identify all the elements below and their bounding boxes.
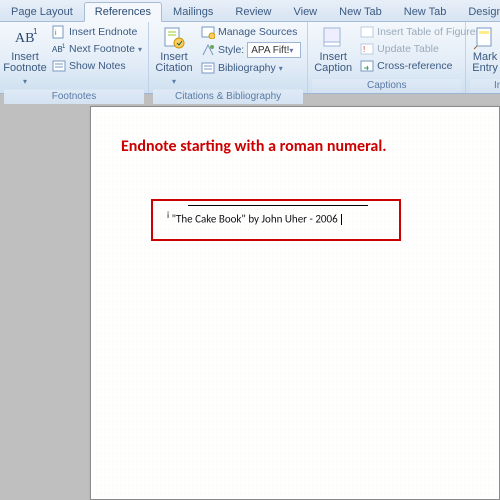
next-footnote-button[interactable]: AB1 Next Footnote (50, 41, 144, 57)
svg-text:1: 1 (33, 27, 37, 36)
cross-ref-icon (360, 59, 374, 73)
cross-reference-button[interactable]: Cross-reference (358, 58, 483, 74)
insert-footnote-label: Insert Footnote (3, 52, 46, 74)
show-notes-icon (52, 59, 66, 73)
tab-design[interactable]: Design (457, 2, 500, 21)
mark-entry-button[interactable]: Mark Entry (470, 24, 500, 76)
group-citations-label: Citations & Bibliography (153, 89, 303, 104)
group-captions: Insert Caption Insert Table of Figures !… (308, 22, 466, 93)
next-footnote-label: Next Footnote (69, 43, 135, 55)
group-citations: Insert Citation Manage Sources Style: AP… (149, 22, 308, 93)
insert-citation-label: Insert Citation (155, 52, 192, 74)
ribbon-tabs: Page Layout References Mailings Review V… (0, 0, 500, 22)
next-footnote-icon: AB1 (52, 42, 66, 56)
tab-page-layout[interactable]: Page Layout (0, 2, 84, 21)
show-notes-label: Show Notes (69, 60, 126, 72)
svg-text:AB: AB (15, 31, 34, 46)
endnote-text: "The Cake Book" by John Uher - 2006 (169, 213, 338, 226)
bibliography-icon (201, 61, 215, 75)
style-value[interactable]: APA Fift! (247, 42, 301, 58)
style-icon (201, 43, 215, 57)
table-figures-icon (360, 25, 374, 39)
group-footnotes: AB 1 Insert Footnote i Insert Endnote AB… (0, 22, 149, 93)
manage-sources-icon (201, 25, 215, 39)
ribbon: AB 1 Insert Footnote i Insert Endnote AB… (0, 22, 500, 94)
group-index: Mark Entry + Insert I ! Updat Index (466, 22, 500, 93)
update-table-button[interactable]: ! Update Table (358, 41, 483, 57)
tab-new-1[interactable]: New Tab (328, 2, 393, 21)
mark-entry-icon (473, 26, 497, 50)
insert-endnote-label: Insert Endnote (69, 26, 137, 38)
svg-text:!: ! (363, 45, 365, 54)
group-index-label: Index (470, 78, 500, 93)
endnote-separator (188, 205, 368, 206)
tab-references[interactable]: References (84, 2, 162, 22)
update-table-label: Update Table (377, 43, 439, 55)
annotation-callout: i "The Cake Book" by John Uher - 2006 (151, 199, 401, 241)
bibliography-label: Bibliography (218, 62, 276, 74)
tab-new-2[interactable]: New Tab (393, 2, 458, 21)
style-label: Style: (218, 44, 244, 56)
annotation-text: Endnote starting with a roman numeral. (121, 137, 469, 157)
insert-endnote-button[interactable]: i Insert Endnote (50, 24, 144, 40)
mark-entry-label: Mark Entry (472, 52, 498, 74)
insert-citation-button[interactable]: Insert Citation (153, 24, 195, 89)
insert-footnote-button[interactable]: AB 1 Insert Footnote (4, 24, 46, 89)
insert-table-figures-button[interactable]: Insert Table of Figures (358, 24, 483, 40)
tab-view[interactable]: View (282, 2, 328, 21)
svg-text:1: 1 (62, 44, 66, 50)
update-table-icon: ! (360, 42, 374, 56)
show-notes-button[interactable]: Show Notes (50, 58, 144, 74)
manage-sources-label: Manage Sources (218, 26, 297, 38)
citation-icon (162, 26, 186, 50)
cross-reference-label: Cross-reference (377, 60, 452, 72)
tab-mailings[interactable]: Mailings (162, 2, 224, 21)
caption-icon (321, 26, 345, 50)
footnote-icon: AB 1 (13, 26, 37, 50)
insert-caption-button[interactable]: Insert Caption (312, 24, 354, 76)
group-footnotes-label: Footnotes (4, 89, 144, 104)
workspace: Endnote starting with a roman numeral. i… (0, 94, 500, 500)
endnote-icon: i (52, 25, 66, 39)
insert-caption-label: Insert Caption (314, 52, 352, 74)
document-page[interactable]: Endnote starting with a roman numeral. i… (90, 106, 500, 500)
endnote-line[interactable]: i "The Cake Book" by John Uher - 2006 (167, 210, 389, 226)
style-selector[interactable]: Style: APA Fift! (199, 41, 303, 59)
bibliography-button[interactable]: Bibliography (199, 60, 303, 76)
group-captions-label: Captions (312, 78, 461, 93)
manage-sources-button[interactable]: Manage Sources (199, 24, 303, 40)
tab-review[interactable]: Review (224, 2, 282, 21)
